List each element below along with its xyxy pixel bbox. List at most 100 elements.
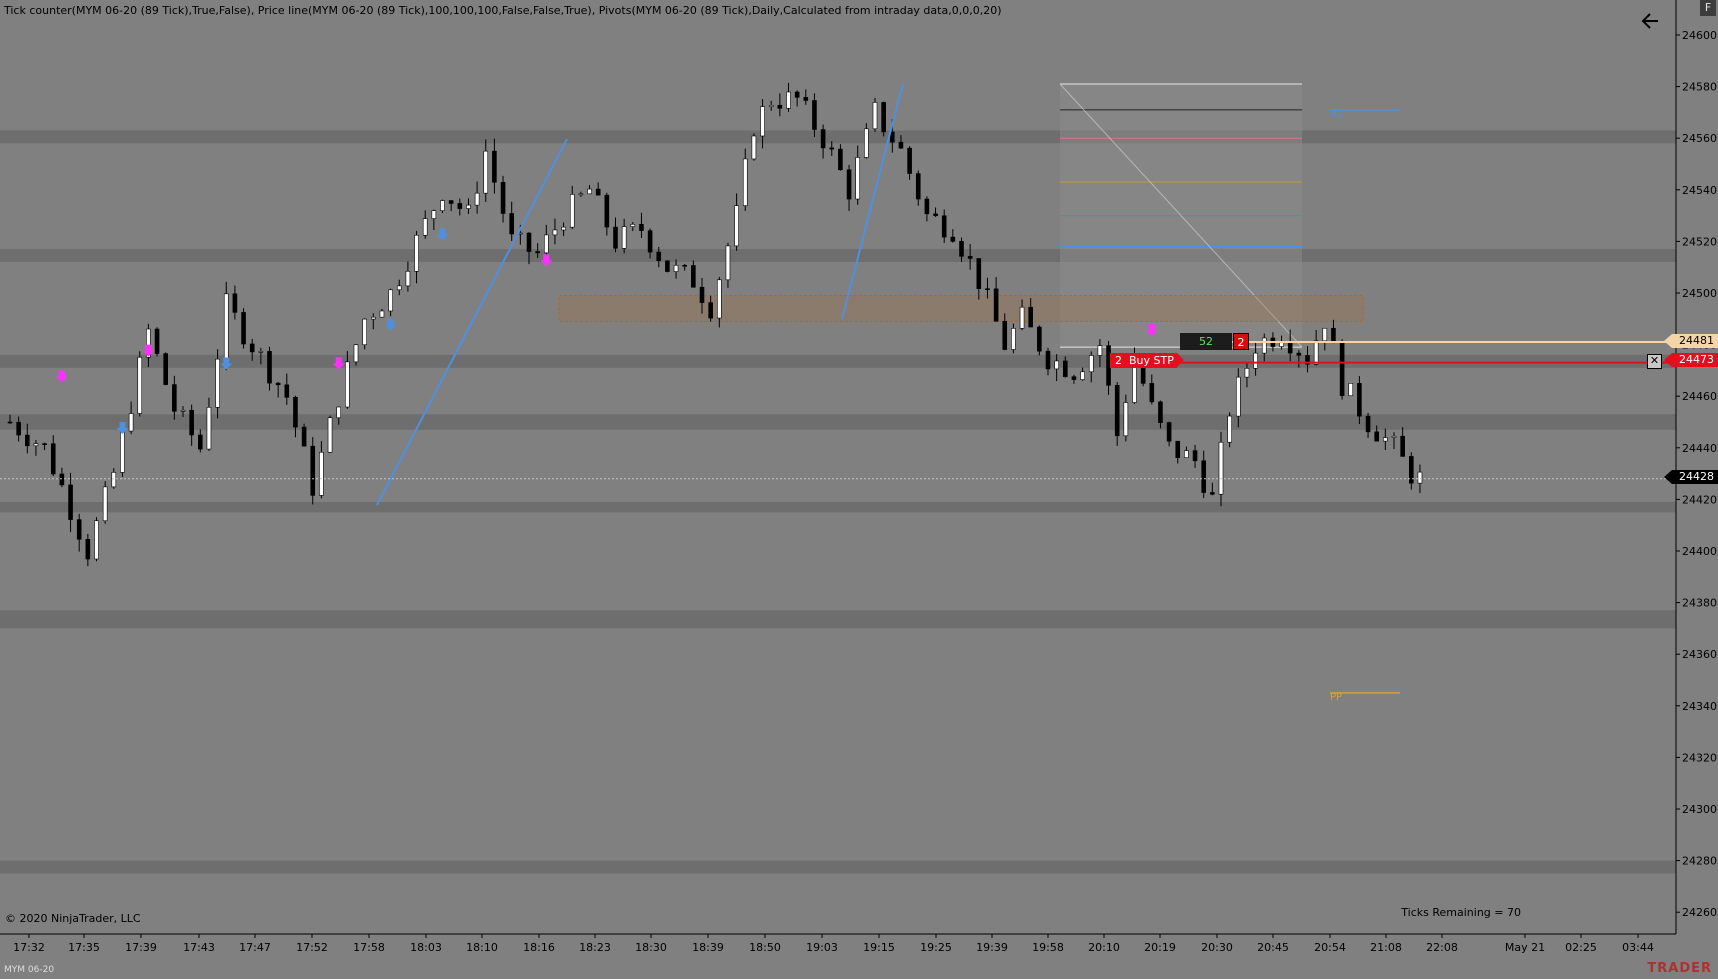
zones-layer <box>0 130 1676 874</box>
order-price-tag[interactable]: 24473 <box>1664 353 1718 367</box>
candle-body <box>777 104 783 109</box>
back-arrow-icon[interactable] <box>1638 8 1664 34</box>
candle-body <box>950 236 956 242</box>
instrument-name: MYM 06-20 <box>4 965 55 975</box>
candle-body <box>33 443 39 447</box>
signal-arrow-icon <box>384 318 397 331</box>
candle-body <box>137 356 143 414</box>
copyright: © 2020 NinjaTrader, LLC <box>5 912 141 925</box>
candle-body <box>976 258 982 289</box>
pivot-label-r1: R1 <box>1330 108 1344 120</box>
candle-body <box>509 213 515 235</box>
candle-body <box>535 251 540 254</box>
candle-body <box>1236 376 1241 417</box>
candle-body <box>561 226 566 231</box>
candle-body <box>1383 437 1388 442</box>
candle-body <box>1192 450 1198 462</box>
levels-layer <box>0 109 1672 694</box>
last-price-tag: 24428 <box>1664 470 1718 484</box>
y-tick-label: 24360 <box>1682 648 1717 661</box>
candle-body <box>163 353 168 385</box>
candle-body <box>1210 492 1215 495</box>
candle-body <box>985 288 990 290</box>
candle-body <box>492 150 497 183</box>
x-tick-label: 18:03 <box>410 941 442 954</box>
x-tick-label: 18:10 <box>466 941 498 954</box>
candle-body <box>959 241 964 257</box>
position-quantity[interactable]: 2 <box>1233 333 1249 350</box>
buy-stop-order-label[interactable]: 2 Buy STP <box>1110 353 1184 368</box>
y-tick-label: 24540 <box>1682 184 1717 197</box>
candle-body <box>1287 341 1293 354</box>
candle-body <box>474 192 480 206</box>
candle-body <box>1184 450 1189 458</box>
candle-body <box>223 293 229 360</box>
candle-body <box>388 289 393 312</box>
signal-arrow-icon <box>436 228 449 241</box>
x-tick-label: 19:25 <box>920 941 952 954</box>
x-tick-label: 18:30 <box>635 941 667 954</box>
candle-body <box>180 409 186 412</box>
candle-body <box>362 318 367 346</box>
candle-body <box>241 312 246 345</box>
candle-body <box>924 198 930 215</box>
candle-body <box>691 265 696 288</box>
candle-body <box>725 245 731 281</box>
y-tick-label: 24580 <box>1682 81 1717 94</box>
candle-body <box>42 443 47 445</box>
supply-zone-layer <box>558 295 1364 322</box>
x-tick-label: 20:10 <box>1088 941 1120 954</box>
candle-body <box>466 204 471 209</box>
zone-band <box>0 860 1676 874</box>
candle-body <box>1417 471 1423 484</box>
pivot-label-pp: PP <box>1330 691 1343 703</box>
price-chart[interactable]: 2460024580245602454024520245002448024460… <box>0 0 1718 979</box>
candle-body <box>898 141 904 149</box>
candle-body <box>111 472 117 488</box>
zone-band <box>0 354 1676 368</box>
order-type: Buy STP <box>1129 354 1174 367</box>
x-tick-label: 18:50 <box>749 941 781 954</box>
brand-logo: TRADER <box>1647 961 1712 976</box>
candle-body <box>1313 340 1319 365</box>
candle-body <box>1175 440 1181 458</box>
candle-body <box>673 264 679 272</box>
candle-body <box>457 203 463 209</box>
f-button[interactable]: F <box>1700 0 1716 16</box>
zone-band <box>0 501 1676 513</box>
x-tick-label: 18:16 <box>523 941 555 954</box>
candle-body <box>1339 341 1345 397</box>
x-tick-label: 20:54 <box>1314 941 1346 954</box>
candle-body <box>1253 352 1258 369</box>
zone-band <box>0 249 1676 263</box>
trend-line <box>376 138 568 506</box>
close-order-icon[interactable]: ✕ <box>1647 354 1662 369</box>
candle-body <box>993 288 999 322</box>
supply-zone <box>558 295 1364 322</box>
candle-body <box>172 384 177 412</box>
y-tick-label: 24400 <box>1682 545 1717 558</box>
x-tick-label: 17:43 <box>183 941 215 954</box>
candle-body <box>7 421 13 424</box>
candle-body <box>500 181 506 214</box>
x-tick-label: 17:35 <box>68 941 100 954</box>
candle-body <box>275 382 281 386</box>
candle-body <box>336 406 342 419</box>
candle-body <box>431 210 437 219</box>
candle-body <box>483 150 489 194</box>
signal-arrow-icon <box>55 370 68 383</box>
candle-body <box>864 128 869 158</box>
zone-band <box>0 610 1676 629</box>
candle-body <box>16 421 21 436</box>
candle-body <box>1244 368 1250 378</box>
candle-body <box>1054 360 1059 370</box>
candle-body <box>829 147 835 150</box>
y-tick-label: 24420 <box>1682 493 1717 506</box>
x-tick-label: 19:15 <box>863 941 895 954</box>
candle-body <box>405 270 411 287</box>
candle-body <box>941 215 947 238</box>
candle-body <box>353 344 359 363</box>
x-tick-label: 21:08 <box>1370 941 1402 954</box>
candle-body <box>682 264 688 267</box>
y-tick-label: 24320 <box>1682 751 1717 764</box>
